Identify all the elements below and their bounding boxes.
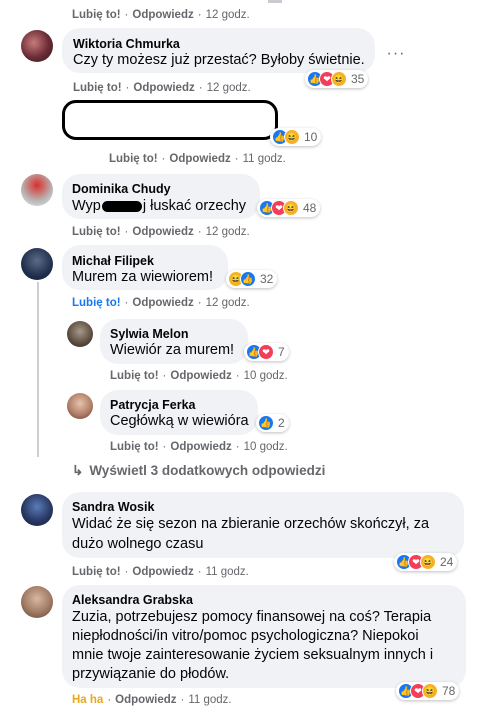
- like-action[interactable]: Lubię to!: [72, 297, 121, 309]
- author-name[interactable]: Michał Filipek: [72, 254, 154, 268]
- comment-8-actions: Ha ha · Odpowiedz · 11 godz.: [72, 694, 232, 706]
- comment-text-line: Widać że się sezon na zbieranie orzechów…: [72, 516, 430, 532]
- redaction-mark: [101, 200, 142, 212]
- comment-1-actions: Lubię to! · Odpowiedz · 12 godz.: [73, 82, 251, 94]
- timestamp[interactable]: 12 godz.: [207, 82, 251, 94]
- reply-action[interactable]: Odpowiedz: [133, 82, 194, 94]
- author-name[interactable]: Aleksandra Grabska: [72, 593, 193, 607]
- author-name[interactable]: Sandra Wosik: [72, 500, 154, 514]
- haha-reaction-icon: 😆: [284, 129, 300, 145]
- author-name[interactable]: Wiktoria Chmurka: [73, 37, 180, 51]
- timestamp[interactable]: 10 godz.: [244, 441, 288, 453]
- reactions-summary[interactable]: 👍 ❤ 😆 48: [257, 199, 321, 217]
- like-action[interactable]: Lubię to!: [72, 9, 121, 21]
- comment-text-line: niepłodności/in vitro/pomoc psychologicz…: [72, 628, 419, 644]
- comment-6-actions: Lubię to! · Odpowiedz · 10 godz.: [110, 441, 288, 453]
- like-reaction-icon: 👍: [240, 271, 256, 287]
- avatar[interactable]: [21, 30, 53, 62]
- reply-thread-line: [37, 282, 39, 457]
- comment-3-actions: Lubię to! · Odpowiedz · 12 godz.: [72, 226, 250, 238]
- reactions-summary[interactable]: 👍 😆 10: [270, 128, 322, 146]
- reply-action[interactable]: Odpowiedz: [132, 297, 193, 309]
- reply-action[interactable]: Odpowiedz: [132, 9, 193, 21]
- reactions-summary[interactable]: 👍 ❤ 😆 78: [396, 682, 460, 700]
- comment-2-actions: Lubię to! · Odpowiedz · 11 godz.: [109, 153, 286, 165]
- author-name[interactable]: Patrycja Ferka: [110, 398, 195, 412]
- timestamp[interactable]: 11 godz.: [206, 566, 249, 578]
- comment-text: Wiewiór za murem!: [110, 342, 235, 358]
- reactions-summary[interactable]: 😆 👍 32: [226, 270, 278, 288]
- comment-text: Murem za wiewiorem!: [72, 269, 213, 285]
- comment-7-actions: Lubię to! · Odpowiedz · 11 godz.: [72, 566, 249, 578]
- author-name[interactable]: Dominika Chudy: [72, 182, 171, 196]
- haha-reaction-icon: 😆: [331, 71, 347, 87]
- timestamp[interactable]: 10 godz.: [244, 370, 288, 382]
- avatar[interactable]: [21, 586, 53, 618]
- comment-text-line: przywiązanie do płodów.: [72, 666, 230, 682]
- top-bubble-fragment: [268, 0, 282, 3]
- author-name[interactable]: Sylwia Melon: [110, 327, 189, 341]
- haha-reaction-icon: 😆: [283, 200, 299, 216]
- haha-reaction-icon: 😆: [420, 554, 436, 570]
- timestamp[interactable]: 11 godz.: [243, 153, 286, 165]
- comment-text-line: dużo wolnego czasu: [72, 536, 204, 552]
- redacted-comment-block: [62, 100, 278, 140]
- like-action[interactable]: Lubię to!: [73, 82, 122, 94]
- reply-action[interactable]: Odpowiedz: [132, 566, 193, 578]
- like-action[interactable]: Lubię to!: [109, 153, 158, 165]
- reply-action[interactable]: Odpowiedz: [132, 226, 193, 238]
- avatar[interactable]: [21, 494, 53, 526]
- like-action[interactable]: Lubię to!: [110, 441, 159, 453]
- like-action[interactable]: Lubię to!: [110, 370, 159, 382]
- reply-arrow-icon: ↳: [72, 463, 84, 478]
- comment-text-line: mnie twoje zainteresowanie życiem seksua…: [72, 647, 434, 663]
- like-reaction-icon: 👍: [258, 415, 274, 431]
- comment-text-line: Zuzia, potrzebujesz pomocy finansowej na…: [72, 609, 432, 625]
- like-action[interactable]: Lubię to!: [72, 226, 121, 238]
- comment-5-actions: Lubię to! · Odpowiedz · 10 godz.: [110, 370, 288, 382]
- more-options-icon[interactable]: ···: [382, 40, 410, 68]
- comment-text: Czy ty możesz już przestać? Byłoby świet…: [73, 52, 365, 68]
- haha-action[interactable]: Ha ha: [72, 694, 103, 706]
- comment-0-actions: Lubię to! · Odpowiedz · 12 godz.: [72, 9, 250, 21]
- avatar[interactable]: [67, 393, 93, 419]
- reply-action[interactable]: Odpowiedz: [170, 370, 231, 382]
- view-more-replies-button[interactable]: ↳ Wyświetl 3 dodatkowych odpowiedzi: [72, 463, 325, 479]
- reactions-summary[interactable]: 👍 ❤ 😆 35: [305, 70, 369, 88]
- reply-action[interactable]: Odpowiedz: [115, 694, 176, 706]
- comment-text: Cegłówką w wiewióra: [110, 413, 249, 429]
- reactions-summary[interactable]: 👍 2: [256, 414, 289, 432]
- comment-text: Wyp j łuskać orzechy: [72, 198, 247, 214]
- avatar[interactable]: [21, 248, 53, 280]
- comment-4-actions: Lubię to! · Odpowiedz · 12 godz.: [72, 297, 250, 309]
- avatar[interactable]: [21, 174, 53, 206]
- reply-action[interactable]: Odpowiedz: [170, 441, 231, 453]
- timestamp[interactable]: 12 godz.: [206, 297, 250, 309]
- reactions-summary[interactable]: 👍 ❤ 😆 24: [394, 553, 458, 571]
- timestamp[interactable]: 12 godz.: [206, 9, 250, 21]
- haha-reaction-icon: 😆: [422, 683, 438, 699]
- like-action[interactable]: Lubię to!: [72, 566, 121, 578]
- timestamp[interactable]: 11 godz.: [188, 694, 231, 706]
- reply-action[interactable]: Odpowiedz: [169, 153, 230, 165]
- avatar[interactable]: [67, 321, 93, 347]
- reactions-summary[interactable]: 👍 ❤ 7: [244, 343, 289, 361]
- love-reaction-icon: ❤: [258, 344, 274, 360]
- timestamp[interactable]: 12 godz.: [206, 226, 250, 238]
